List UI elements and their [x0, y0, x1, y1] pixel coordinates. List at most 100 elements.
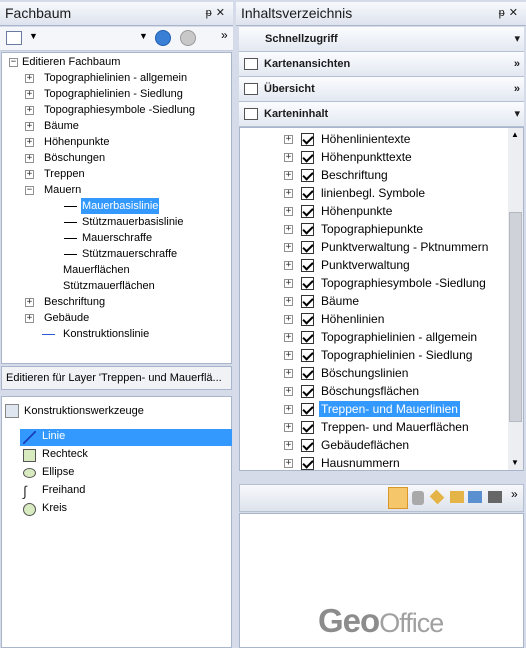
tree-item[interactable]: Topographielinien - Siedlung [43, 86, 184, 102]
section-header[interactable]: Übersicht » [239, 77, 524, 102]
tree-item[interactable]: Konstruktionslinie [62, 326, 150, 342]
layers-icon[interactable] [429, 489, 445, 505]
collapse-icon[interactable]: − [25, 186, 34, 195]
binoculars-icon[interactable] [488, 491, 502, 503]
tool-item[interactable]: ∫ Freihand [20, 483, 232, 500]
layer-item[interactable]: Höhenlinientexte [319, 131, 412, 147]
layer-item[interactable]: Höhenlinien [319, 311, 386, 327]
overflow-chevron-icon[interactable]: » [221, 28, 228, 42]
pin-icon[interactable]: ᵽ [206, 7, 216, 19]
scroll-up-icon[interactable]: ▲ [511, 130, 519, 139]
expand-icon[interactable]: + [284, 207, 293, 216]
layer-visibility-checkbox[interactable] [301, 457, 314, 470]
expand-icon[interactable]: + [25, 298, 34, 307]
section-header[interactable]: Karteninhalt ▾ [239, 102, 524, 127]
layer-item[interactable]: Treppen- und Mauerlinien [319, 401, 460, 417]
layer-item[interactable]: Treppen- und Mauerflächen [319, 419, 471, 435]
layer-item[interactable]: Bäume [319, 293, 361, 309]
layer-item[interactable]: Höhenpunkttexte [319, 149, 414, 165]
scrollbar-thumb[interactable] [509, 212, 522, 422]
tree-item[interactable]: Mauerschraffe [81, 230, 153, 246]
tree-item[interactable]: Beschriftung [43, 294, 106, 310]
expand-icon[interactable]: + [25, 106, 34, 115]
layer-visibility-checkbox[interactable] [301, 421, 314, 434]
layer-visibility-checkbox[interactable] [301, 277, 314, 290]
expand-icon[interactable]: + [284, 369, 293, 378]
layer-item[interactable]: Topographiesymbole -Siedlung [319, 275, 488, 291]
tree-item[interactable]: Mauerbasislinie [81, 198, 160, 214]
collapse-icon[interactable]: − [9, 58, 18, 67]
expand-icon[interactable]: + [284, 297, 293, 306]
layer-item[interactable]: Gebäudeflächen [319, 437, 411, 453]
expand-icon[interactable]: + [284, 243, 293, 252]
tree-item[interactable]: Topographielinien - allgemein [43, 70, 188, 86]
zoom-icon[interactable] [155, 30, 171, 46]
expand-icon[interactable]: + [25, 170, 34, 179]
expand-icon[interactable]: + [25, 314, 34, 323]
expand-icon[interactable]: + [284, 423, 293, 432]
expand-icon[interactable]: + [25, 74, 34, 83]
expand-icon[interactable]: + [25, 138, 34, 147]
tree-item[interactable]: Böschungen [43, 150, 106, 166]
scroll-down-icon[interactable]: ▼ [511, 458, 519, 467]
close-icon[interactable]: ✕ [216, 7, 229, 19]
layer-item[interactable]: Böschungslinien [319, 365, 410, 381]
tree-item[interactable]: Mauerflächen [62, 262, 131, 278]
layer-item[interactable]: Topographielinien - Siedlung [319, 347, 474, 363]
layer-visibility-checkbox[interactable] [301, 241, 314, 254]
expand-chevron-icon[interactable]: » [514, 52, 520, 76]
layer-visibility-checkbox[interactable] [301, 403, 314, 416]
tree-item[interactable]: Stützmauerflächen [62, 278, 156, 294]
layer-visibility-checkbox[interactable] [301, 385, 314, 398]
expand-icon[interactable]: + [284, 459, 293, 468]
expand-icon[interactable]: + [284, 225, 293, 234]
layer-visibility-checkbox[interactable] [301, 151, 314, 164]
expand-icon[interactable]: + [284, 387, 293, 396]
layer-visibility-checkbox[interactable] [301, 259, 314, 272]
expand-icon[interactable]: + [284, 189, 293, 198]
tree-item[interactable]: Stützmauerschraffe [81, 246, 178, 262]
tool-item[interactable]: Linie [20, 429, 232, 446]
overflow-chevron-icon[interactable]: » [511, 487, 518, 501]
layer-item[interactable]: Beschriftung [319, 167, 390, 183]
expand-icon[interactable]: + [284, 315, 293, 324]
expand-icon[interactable]: + [284, 351, 293, 360]
tree-item[interactable]: Mauern [43, 182, 82, 198]
layer-visibility-checkbox[interactable] [301, 439, 314, 452]
chevron-down-icon[interactable]: ▼ [139, 31, 148, 41]
tree-root[interactable]: Editieren Fachbaum [22, 54, 120, 70]
layer-item[interactable]: Höhenpunkte [319, 203, 394, 219]
expand-icon[interactable]: + [25, 154, 34, 163]
layer-visibility-checkbox[interactable] [301, 187, 314, 200]
layer-visibility-checkbox[interactable] [301, 331, 314, 344]
expand-icon[interactable]: + [284, 135, 293, 144]
layer-visibility-checkbox[interactable] [301, 169, 314, 182]
tree-item[interactable]: Gebäude [43, 310, 90, 326]
layer-visibility-checkbox[interactable] [301, 367, 314, 380]
layer-item[interactable]: Punktverwaltung - Pktnummern [319, 239, 490, 255]
section-header[interactable]: Kartenansichten » [239, 52, 524, 77]
pin-icon[interactable]: ᵽ [499, 7, 509, 19]
layer-visibility-checkbox[interactable] [301, 133, 314, 146]
expand-icon[interactable]: + [284, 333, 293, 342]
expand-icon[interactable]: + [284, 405, 293, 414]
folder-icon[interactable] [450, 491, 464, 503]
expand-icon[interactable]: + [284, 261, 293, 270]
layer-visibility-checkbox[interactable] [301, 313, 314, 326]
expand-icon[interactable]: + [284, 153, 293, 162]
tree-item[interactable]: Höhenpunkte [43, 134, 110, 150]
expand-icon[interactable]: + [284, 441, 293, 450]
expand-chevron-icon[interactable]: » [514, 77, 520, 101]
expand-icon[interactable]: + [25, 90, 34, 99]
database-icon[interactable] [412, 491, 424, 505]
layer-item[interactable]: Topographielinien - allgemein [319, 329, 479, 345]
layer-visibility-checkbox[interactable] [301, 223, 314, 236]
filter-tree-icon[interactable] [6, 31, 22, 45]
expand-icon[interactable]: + [284, 171, 293, 180]
list-by-source-icon[interactable] [388, 487, 408, 509]
section-header[interactable]: Schnellzugriff ▾ [239, 27, 524, 52]
tree-item[interactable]: Treppen [43, 166, 86, 182]
layer-item[interactable]: Punktverwaltung [319, 257, 412, 273]
layer-item[interactable]: Topographiepunkte [319, 221, 425, 237]
expand-icon[interactable]: + [25, 122, 34, 131]
